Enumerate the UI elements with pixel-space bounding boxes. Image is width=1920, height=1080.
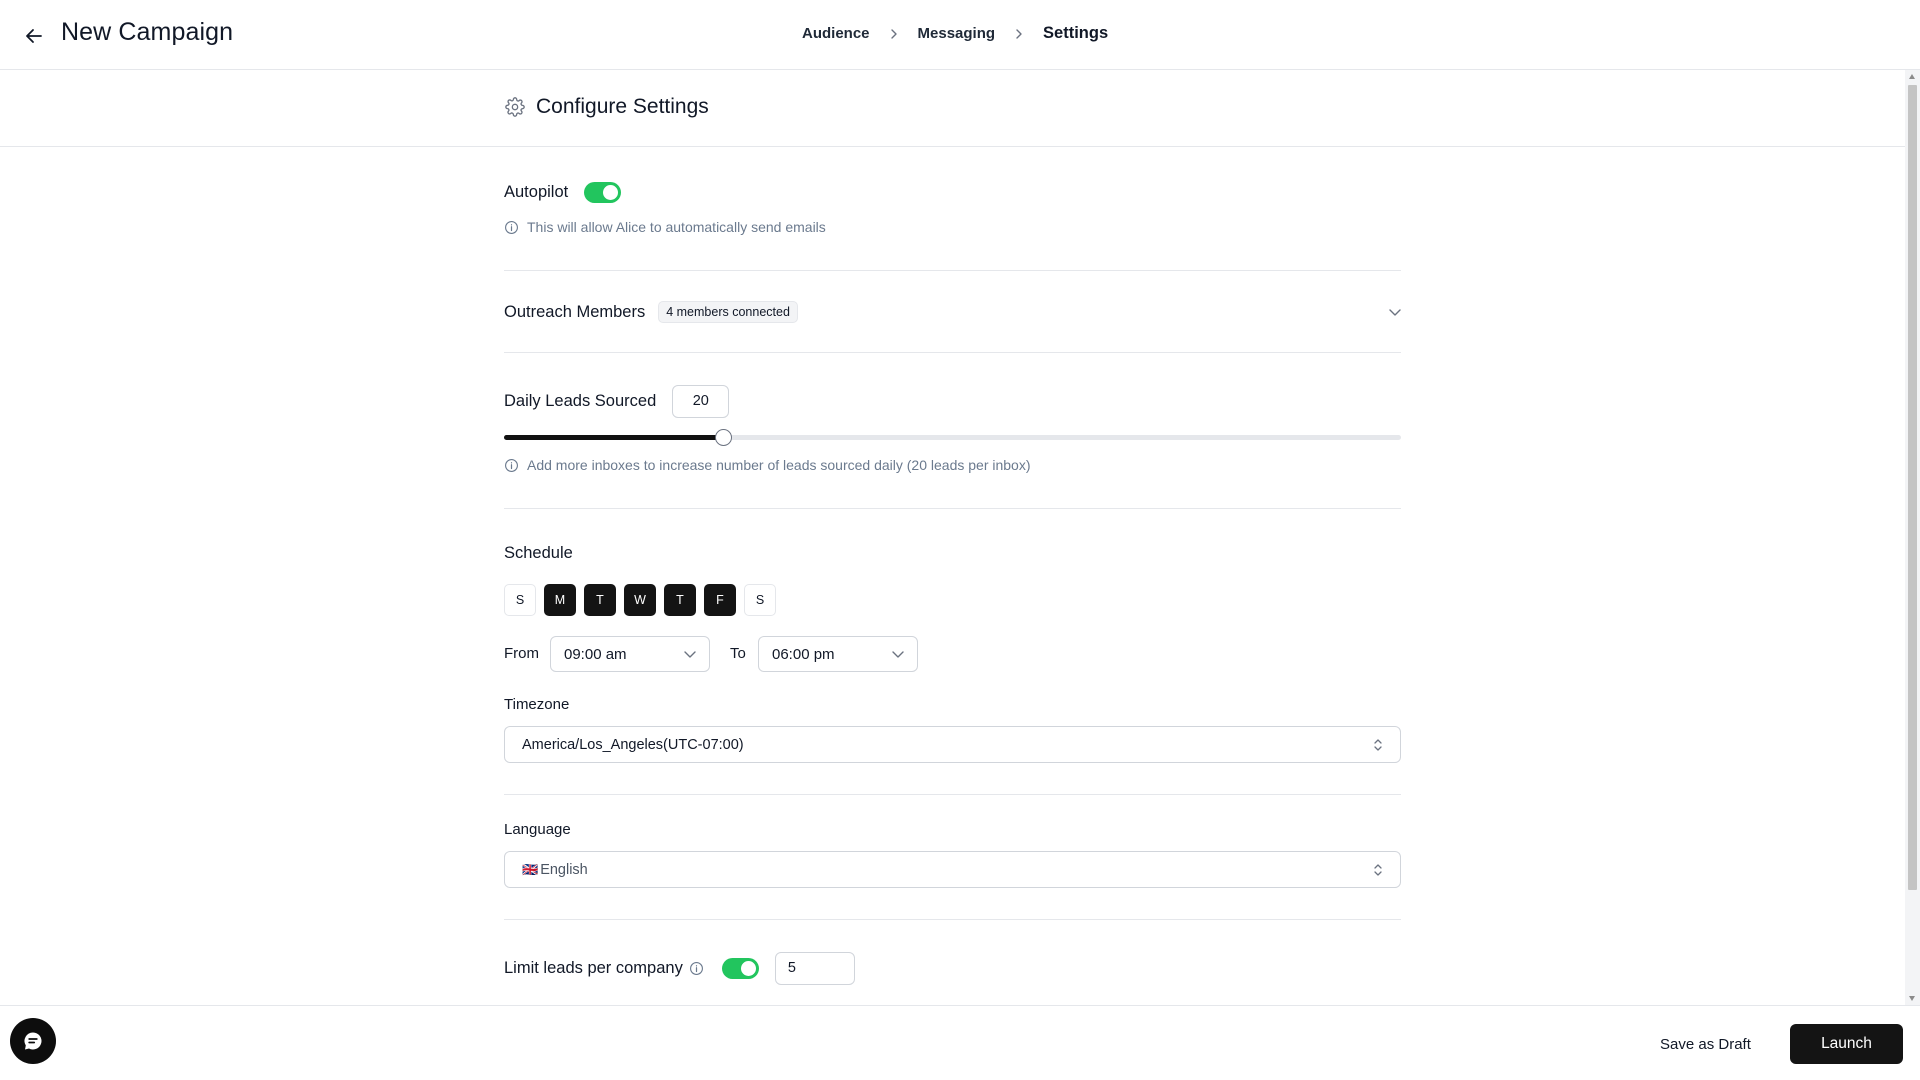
day-thursday[interactable]: T	[664, 584, 696, 616]
top-header: New Campaign Audience Messaging Settings	[0, 0, 1920, 70]
day-friday[interactable]: F	[704, 584, 736, 616]
timezone-label: Timezone	[504, 696, 570, 713]
autopilot-toggle[interactable]	[584, 181, 622, 203]
to-time-select[interactable]: 06:00 pm	[758, 636, 918, 672]
limit-leads-toggle[interactable]	[721, 957, 759, 979]
section-header: Configure Settings	[0, 70, 1905, 147]
autopilot-hint: This will allow Alice to automatically s…	[504, 219, 1401, 235]
limit-leads-label: Limit leads per company	[504, 958, 683, 977]
step-settings[interactable]: Settings	[1043, 24, 1108, 43]
autopilot-hint-text: This will allow Alice to automatically s…	[527, 219, 826, 235]
chevron-down-icon	[684, 651, 696, 658]
step-breadcrumb: Audience Messaging Settings	[802, 24, 1108, 43]
from-label: From	[504, 645, 539, 662]
limit-leads-input[interactable]: 5	[774, 951, 855, 985]
limit-leads-row: Limit leads per company 5	[504, 951, 1401, 985]
divider	[504, 508, 1401, 509]
language-label: Language	[504, 821, 571, 838]
scroll-down-arrow[interactable]	[1909, 996, 1915, 1001]
chevron-right-icon	[995, 28, 1043, 39]
gear-icon	[505, 97, 525, 117]
autopilot-label: Autopilot	[504, 182, 569, 201]
autopilot-row: Autopilot	[504, 180, 1401, 204]
daily-leads-hint-text: Add more inboxes to increase number of l…	[527, 457, 1031, 473]
scroll-up-arrow[interactable]	[1909, 74, 1915, 79]
launch-button[interactable]: Launch	[1790, 1024, 1903, 1064]
day-saturday[interactable]: S	[744, 584, 776, 616]
daily-leads-hint: Add more inboxes to increase number of l…	[504, 457, 1401, 473]
outreach-members-label: Outreach Members	[504, 302, 646, 321]
step-messaging[interactable]: Messaging	[918, 25, 996, 42]
day-selector: S M T W T F S	[504, 584, 776, 616]
chevron-updown-icon	[1374, 864, 1382, 876]
divider	[504, 794, 1401, 795]
members-badge: 4 members connected	[658, 301, 798, 323]
timezone-value: America/Los_Angeles(UTC-07:00)	[522, 736, 744, 753]
daily-leads-slider[interactable]	[504, 429, 1401, 446]
scroll-thumb[interactable]	[1908, 85, 1917, 890]
chevron-updown-icon	[1374, 739, 1382, 751]
divider	[504, 270, 1401, 271]
day-wednesday[interactable]: W	[624, 584, 656, 616]
to-label: To	[730, 645, 746, 662]
daily-leads-label: Daily Leads Sourced	[504, 391, 657, 410]
info-icon[interactable]	[689, 961, 704, 976]
save-draft-button[interactable]: Save as Draft	[1640, 1024, 1771, 1064]
back-button[interactable]	[20, 22, 48, 50]
outreach-members-accordion[interactable]: Outreach Members 4 members connected	[504, 299, 1401, 325]
info-icon	[505, 458, 518, 472]
language-select[interactable]: 🇬🇧 English	[504, 851, 1401, 888]
arrow-left-icon	[26, 29, 42, 43]
footer-bar: Save as Draft Launch	[0, 1005, 1920, 1080]
from-time-select[interactable]: 09:00 am	[550, 636, 710, 672]
section-title: Configure Settings	[536, 95, 709, 118]
chevron-down-icon	[892, 651, 904, 658]
chat-icon	[24, 1032, 42, 1050]
daily-leads-input[interactable]: 20	[672, 384, 730, 418]
day-tuesday[interactable]: T	[584, 584, 616, 616]
step-audience[interactable]: Audience	[802, 25, 870, 42]
chevron-right-icon	[870, 28, 918, 39]
info-icon	[505, 220, 518, 234]
flag-icon: 🇬🇧	[522, 861, 539, 877]
schedule-label: Schedule	[504, 544, 573, 562]
to-time-value: 06:00 pm	[772, 645, 835, 663]
day-monday[interactable]: M	[544, 584, 576, 616]
scrollbar[interactable]	[1905, 70, 1920, 1005]
language-value: English	[540, 861, 588, 878]
timezone-select[interactable]: America/Los_Angeles(UTC-07:00)	[504, 726, 1401, 763]
page-title: New Campaign	[61, 18, 234, 46]
slider-fill	[504, 435, 724, 440]
chat-support-button[interactable]	[10, 1018, 56, 1064]
divider	[504, 352, 1401, 353]
chevron-down-icon	[1389, 309, 1401, 316]
divider	[504, 919, 1401, 920]
from-time-value: 09:00 am	[564, 645, 627, 663]
day-sunday[interactable]: S	[504, 584, 536, 616]
daily-leads-row: Daily Leads Sourced 20	[504, 384, 1401, 418]
